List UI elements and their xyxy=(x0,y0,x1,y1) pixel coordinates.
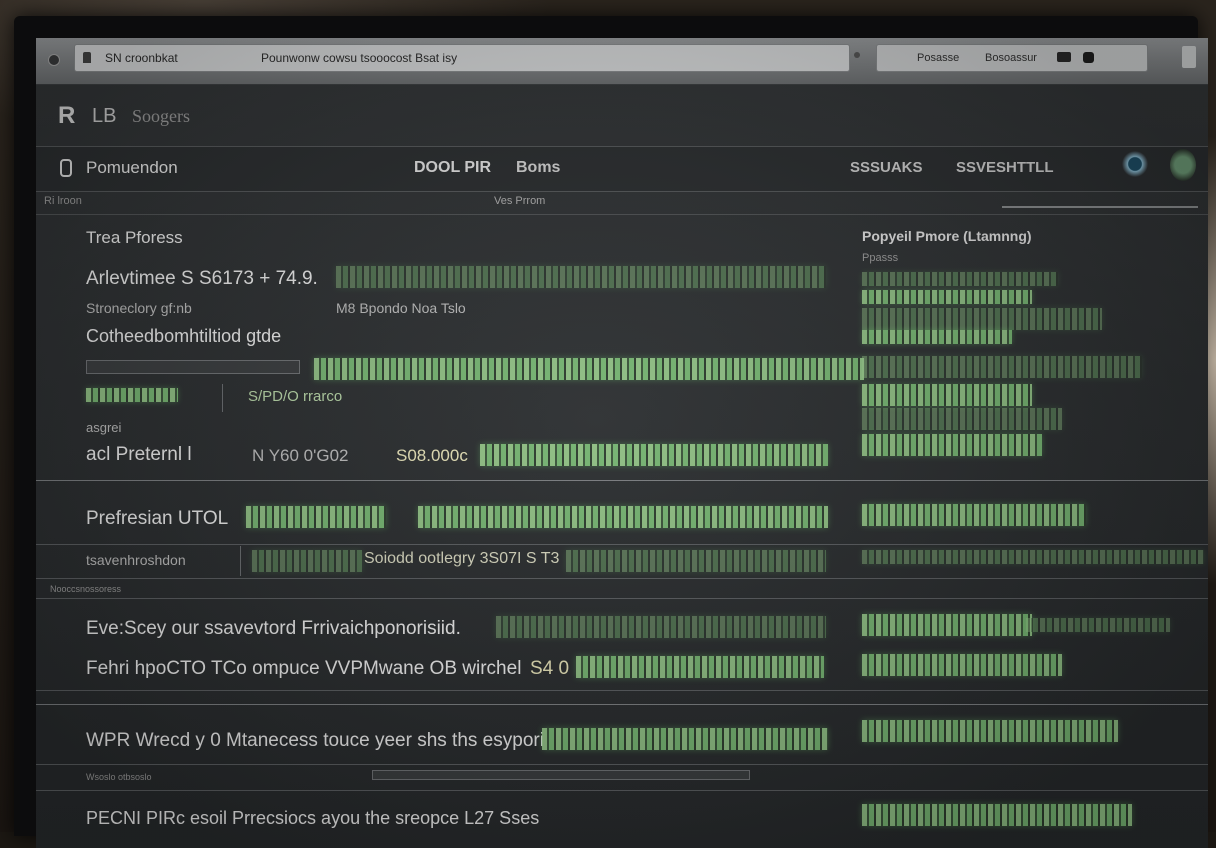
menu-icon[interactable] xyxy=(1182,46,1196,68)
section-3-line-1: Eve:Scey our ssavevtord Frrivaichponoris… xyxy=(86,618,461,639)
description-line: Cotheedbomhtiltiod gtde xyxy=(86,326,282,346)
progress-bar xyxy=(566,550,826,572)
summary-amount: S08.000c xyxy=(396,446,468,465)
progress-bar xyxy=(576,656,824,678)
row-value: Soiodd ootlegry 3S07I S T3 xyxy=(364,550,560,567)
breadcrumb-left[interactable]: Ri lroon xyxy=(44,195,82,207)
breadcrumb-bar: Ri lroon Ves Prrom xyxy=(36,190,1208,215)
divider xyxy=(36,544,1208,545)
divider xyxy=(36,578,1208,579)
summary-value: N Y60 0'G02 xyxy=(252,446,349,465)
status-text: S/PD/O rrarco xyxy=(248,388,343,405)
lock-icon xyxy=(83,52,91,63)
scroll-track[interactable] xyxy=(372,770,750,780)
divider xyxy=(36,480,1208,481)
logo-name: Soogers xyxy=(132,106,190,126)
side-panel-sub: Ppasss xyxy=(862,252,899,264)
logo-mark-icon: R xyxy=(58,102,76,129)
section-4-line-1: WPR Wrecd y 0 Mtanecess touce yeer shs t… xyxy=(86,730,544,751)
search-text-2: Bosoassur xyxy=(985,52,1037,64)
section-2-title: Prefresian UTOL xyxy=(86,508,229,529)
extension-icon[interactable] xyxy=(1083,52,1094,63)
mini-bar xyxy=(86,388,178,402)
side-bar xyxy=(862,504,1086,526)
nav-item-3[interactable]: SSSUAKS xyxy=(850,159,923,176)
browser-toolbar: SN croonbkat Pounwonw cowsu tsooocost Bs… xyxy=(36,38,1208,85)
divider xyxy=(36,790,1208,791)
screen: SN croonbkat Pounwonw cowsu tsooocost Bs… xyxy=(36,38,1208,848)
monitor: SN croonbkat Pounwonw cowsu tsooocost Bs… xyxy=(14,16,1208,848)
divider xyxy=(1002,206,1198,208)
divider xyxy=(36,598,1208,599)
caption: asgrei xyxy=(86,420,122,435)
side-bar xyxy=(862,550,1204,564)
section-3-tag: Nooccsnossoress xyxy=(50,584,122,594)
nav-item-1[interactable]: DOOL PIR xyxy=(414,159,491,177)
camera-icon[interactable] xyxy=(1057,52,1071,62)
side-bar xyxy=(862,408,1062,430)
input-slot[interactable] xyxy=(86,360,300,374)
progress-bar xyxy=(542,728,828,750)
side-bar xyxy=(862,330,1012,344)
browser-search-bar[interactable]: Posasse Bosoassur xyxy=(876,44,1148,72)
side-bar xyxy=(862,654,1062,676)
section-3-amount: S4 0 xyxy=(530,658,570,679)
window-button-icon[interactable] xyxy=(48,54,60,66)
summary-label: acl Preternl l xyxy=(86,444,192,465)
side-bar xyxy=(862,804,1132,826)
address-title: Pounwonw cowsu tsooocost Bsat isy xyxy=(261,51,458,65)
separator-dot-icon xyxy=(854,52,860,58)
progress-bar xyxy=(246,506,386,528)
section-title: Trea Pforess xyxy=(86,228,183,247)
side-bar xyxy=(862,434,1042,456)
main-navbar: Pomuendon DOOL PIR Boms SSSUAKS SSVESHTT… xyxy=(36,146,1208,192)
progress-bar xyxy=(496,616,826,638)
side-bar xyxy=(862,384,1032,406)
nav-item-4[interactable]: SSVESHTTLL xyxy=(956,159,1054,176)
side-bar xyxy=(1026,618,1170,632)
side-bar xyxy=(862,272,1058,286)
progress-bar xyxy=(418,506,828,528)
breadcrumb-center[interactable]: Ves Prrom xyxy=(494,195,545,207)
nav-item-2[interactable]: Boms xyxy=(516,159,560,177)
metric-line: Arlevtimee S S6173 + 74.9. xyxy=(86,268,318,289)
divider xyxy=(222,384,223,412)
globe-icon[interactable] xyxy=(1122,151,1148,177)
divider xyxy=(240,546,241,576)
side-bar xyxy=(862,614,1032,636)
detail-line: Stroneclory gf:nb xyxy=(86,300,192,316)
user-icon[interactable] xyxy=(60,159,72,177)
address-site: SN croonbkat xyxy=(105,51,178,65)
section-4-tag: Wsoslo otbsoslo xyxy=(86,772,152,782)
side-bar xyxy=(862,308,1102,330)
progress-bar xyxy=(480,444,828,466)
progress-bar xyxy=(252,550,362,572)
address-bar[interactable]: SN croonbkat Pounwonw cowsu tsooocost Bs… xyxy=(74,44,850,72)
side-bar xyxy=(862,290,1032,304)
section-3-line-2: Fehri hpoCTO TCo ompuce VVPMwane OB wirc… xyxy=(86,658,522,679)
profile-avatar-icon[interactable] xyxy=(1170,149,1196,181)
progress-bar xyxy=(314,358,864,380)
row-label: tsavenhroshdon xyxy=(86,552,186,568)
nav-brand[interactable]: Pomuendon xyxy=(86,158,178,178)
progress-bar xyxy=(336,266,826,288)
divider xyxy=(36,704,1208,705)
divider xyxy=(36,764,1208,765)
side-bar xyxy=(862,356,1142,378)
side-bar xyxy=(862,720,1118,742)
search-text-1: Posasse xyxy=(917,52,960,64)
divider xyxy=(36,690,1208,691)
detail-value: M8 Bpondo Noa Tslo xyxy=(336,300,466,316)
logo-text: LB xyxy=(92,105,117,127)
section-4-line-2: PECNI PIRc esoil Prrecsiocs ayou the sre… xyxy=(86,808,540,828)
side-panel-title: Popyeil Pmore (Ltamnng) xyxy=(862,228,1032,244)
